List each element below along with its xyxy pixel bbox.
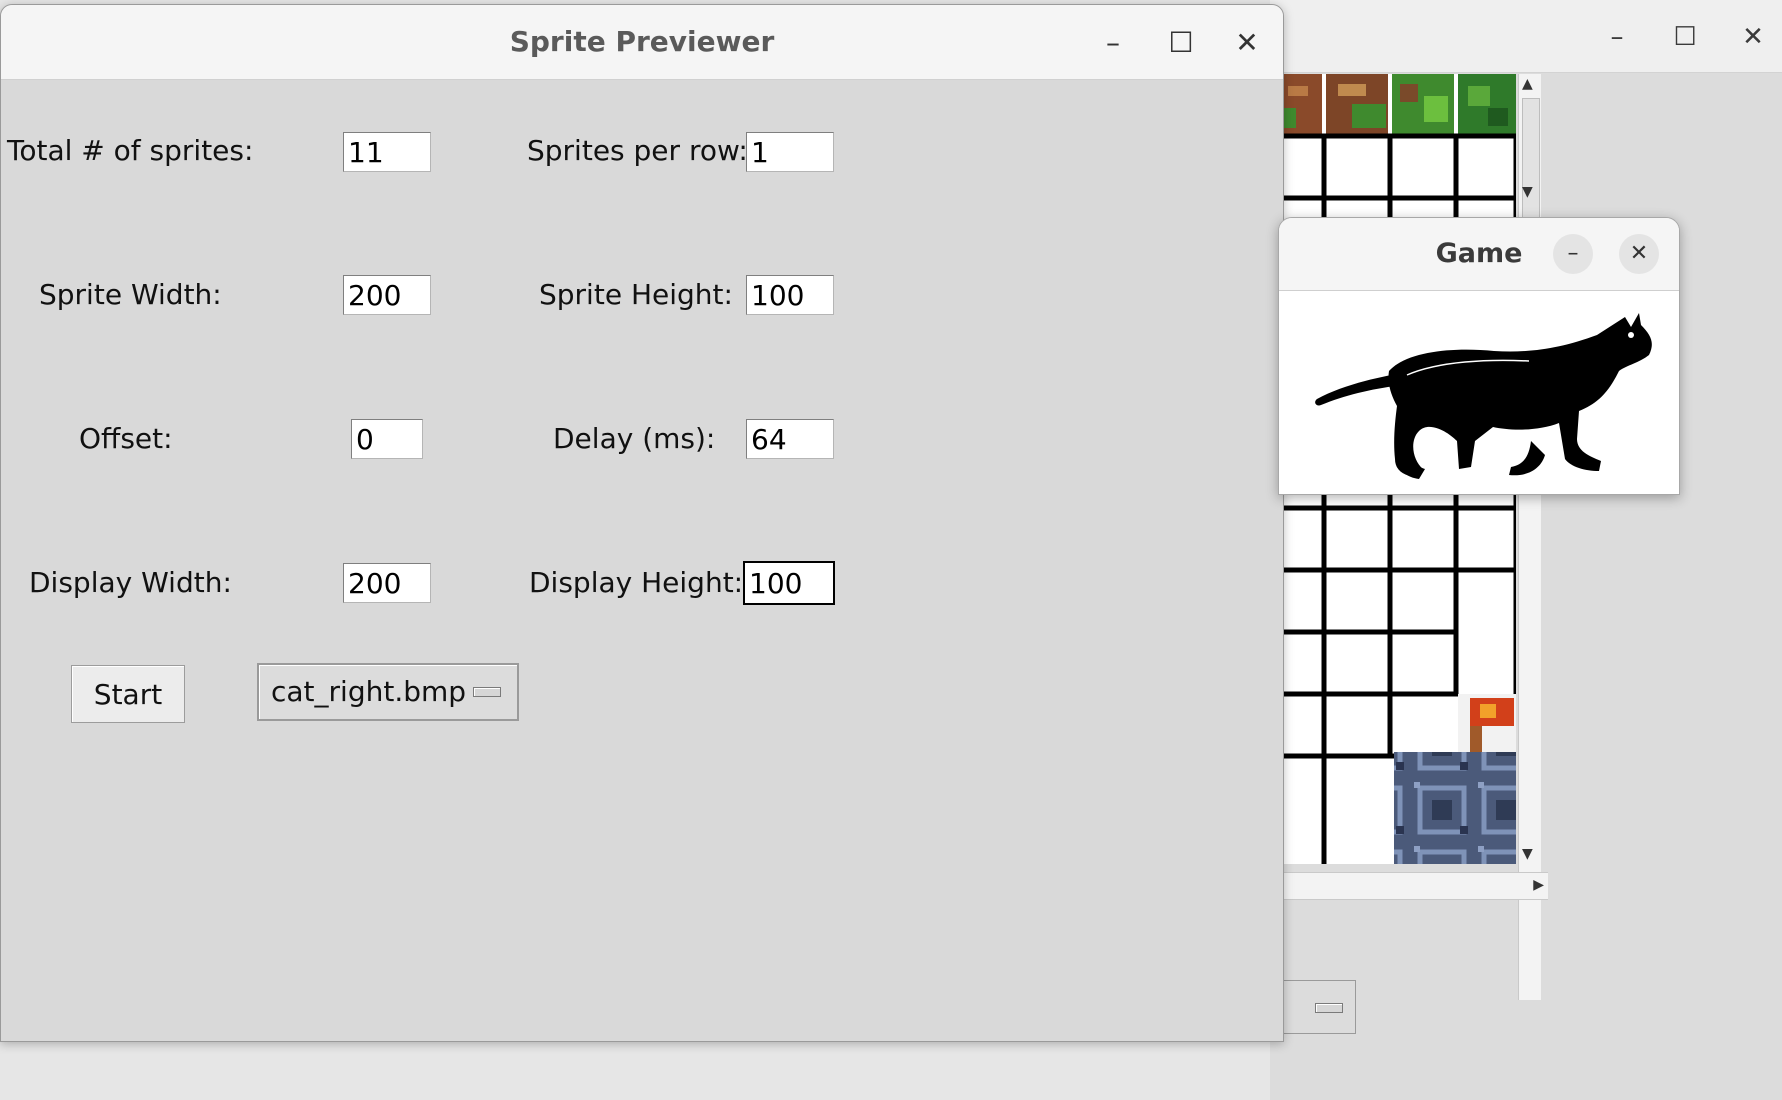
close-icon[interactable]: ✕ (1619, 234, 1659, 274)
sprite-file-dropdown[interactable]: cat_right.bmp (257, 663, 519, 721)
sprite-file-dropdown-label: cat_right.bmp (271, 675, 467, 708)
start-button[interactable]: Start (71, 665, 185, 723)
close-icon[interactable]: ✕ (1736, 20, 1770, 54)
display-width-label: Display Width: (29, 566, 232, 599)
display-height-input[interactable] (743, 561, 835, 605)
sprite-height-input[interactable] (746, 275, 834, 315)
minimize-icon[interactable]: – (1095, 25, 1131, 61)
sprite-height-label: Sprite Height: (539, 278, 733, 311)
scroll-right-arrow-icon[interactable]: ▶ (1533, 877, 1544, 893)
tile-horizontal-scrollbar[interactable]: ▶ (1270, 872, 1548, 900)
display-width-input[interactable] (343, 563, 431, 603)
dropdown-indicator-icon (1315, 1003, 1343, 1013)
game-titlebar[interactable]: Game – ✕ (1279, 218, 1679, 291)
game-canvas[interactable] (1279, 291, 1679, 494)
game-window: Game – ✕ (1278, 217, 1680, 495)
total-sprites-input[interactable] (343, 132, 431, 172)
flame-tile (1458, 694, 1516, 756)
sprite-previewer-window: Sprite Previewer – ☐ ✕ Total # of sprite… (0, 4, 1284, 1042)
cat-silhouette-icon (1315, 313, 1652, 479)
scroll-down-arrow-icon[interactable]: ▼ (1522, 846, 1533, 862)
sprites-per-row-label: Sprites per row: (527, 134, 748, 167)
delay-input[interactable] (746, 419, 834, 459)
sprite-width-label: Sprite Width: (39, 278, 222, 311)
main-titlebar[interactable]: Sprite Previewer – ☐ ✕ (1, 5, 1283, 80)
offset-label: Offset: (79, 422, 173, 455)
dropdown-indicator-icon (473, 687, 501, 697)
close-icon[interactable]: ✕ (1229, 25, 1265, 61)
display-height-label: Display Height: (529, 566, 744, 599)
delay-label: Delay (ms): (553, 422, 716, 455)
scroll-up-arrow-icon[interactable]: ▲ (1522, 76, 1533, 92)
minimize-icon[interactable]: – (1600, 20, 1634, 54)
offset-input[interactable] (351, 419, 423, 459)
maximize-icon[interactable]: ☐ (1163, 25, 1199, 61)
window-title: Sprite Previewer (509, 25, 775, 58)
maximize-icon[interactable]: ☐ (1668, 20, 1702, 54)
background-titlebar: – ☐ ✕ (1270, 0, 1782, 73)
tile-vertical-scrollbar[interactable]: ▲ ▼ ▼ (1518, 74, 1541, 1000)
total-sprites-label: Total # of sprites: (7, 134, 254, 167)
scroll-down-arrow-icon[interactable]: ▼ (1522, 184, 1533, 200)
stone-tiles (1394, 752, 1516, 864)
sprite-width-input[interactable] (343, 275, 431, 315)
sprites-per-row-input[interactable] (746, 132, 834, 172)
tile-row-top (1282, 74, 1516, 134)
minimize-icon[interactable]: – (1553, 234, 1593, 274)
